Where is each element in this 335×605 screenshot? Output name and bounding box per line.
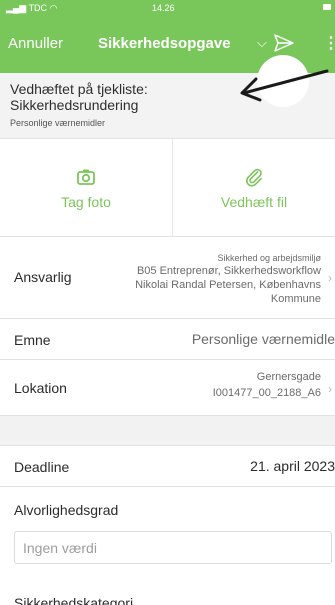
safety-category-label: Sikkerhedskategori	[14, 595, 134, 605]
battery-icon	[323, 4, 331, 10]
signal-icon: ▂▄▆	[6, 3, 29, 13]
paperclip-icon	[246, 168, 262, 187]
more-options-icon[interactable]: ⋮	[323, 33, 335, 53]
attached-heading: Vedhæftet på tjekliste:	[10, 81, 148, 97]
clock: 14.26	[152, 3, 175, 13]
deadline-row[interactable]: Deadline 21. april 2023	[0, 446, 335, 487]
location-label: Lokation	[14, 380, 67, 396]
status-bar: ▂▄▆ TDC ◠ 14.26	[0, 0, 335, 16]
chevron-right-icon: ›	[328, 382, 332, 396]
subject-row[interactable]: Emne Personlige værnemidle	[0, 319, 335, 360]
location-row[interactable]: Lokation Gernersgade I001477_00_2188_A6 …	[0, 360, 335, 416]
chevron-down-icon[interactable]: ⌵	[257, 35, 267, 51]
cancel-button[interactable]: Annuller	[8, 35, 63, 52]
chevron-right-icon: ›	[328, 271, 332, 285]
attach-file-button[interactable]: Vedhæft fil	[172, 139, 335, 237]
responsible-row[interactable]: Ansvarlig Sikkerhed og arbejdsmiljø B05 …	[0, 237, 335, 319]
section-divider	[0, 416, 335, 446]
wifi-icon: ◠	[49, 3, 58, 13]
deadline-value: 21. april 2023	[250, 458, 335, 474]
attachment-actions: Tag foto Vedhæft fil	[0, 139, 335, 237]
location-value: Gernersgade I001477_00_2188_A6	[212, 371, 321, 399]
subject-value: Personlige værnemidle	[191, 331, 335, 347]
send-icon[interactable]	[272, 31, 296, 55]
responsible-value: Sikkerhed og arbejdsmiljø B05 Entreprenø…	[135, 253, 321, 305]
checklist-name: Sikkerhedsrundering	[10, 97, 139, 113]
responsible-label: Ansvarlig	[14, 269, 72, 285]
attach-file-label: Vedhæft fil	[220, 194, 288, 210]
take-photo-button[interactable]: Tag foto	[0, 139, 172, 237]
subject-label: Emne	[14, 332, 51, 348]
carrier-label: ▂▄▆ TDC ◠	[6, 3, 58, 13]
take-photo-label: Tag foto	[61, 194, 111, 210]
severity-label: Alvorlighedsgrad	[14, 502, 119, 518]
task-type-title[interactable]: Sikkerhedsopgave	[98, 35, 231, 52]
checklist-item: Personlige værnemidler	[10, 118, 106, 128]
deadline-label: Deadline	[14, 459, 70, 475]
severity-input[interactable]	[14, 531, 332, 564]
annotation-arrow-icon	[240, 69, 329, 102]
camera-icon	[77, 169, 95, 185]
